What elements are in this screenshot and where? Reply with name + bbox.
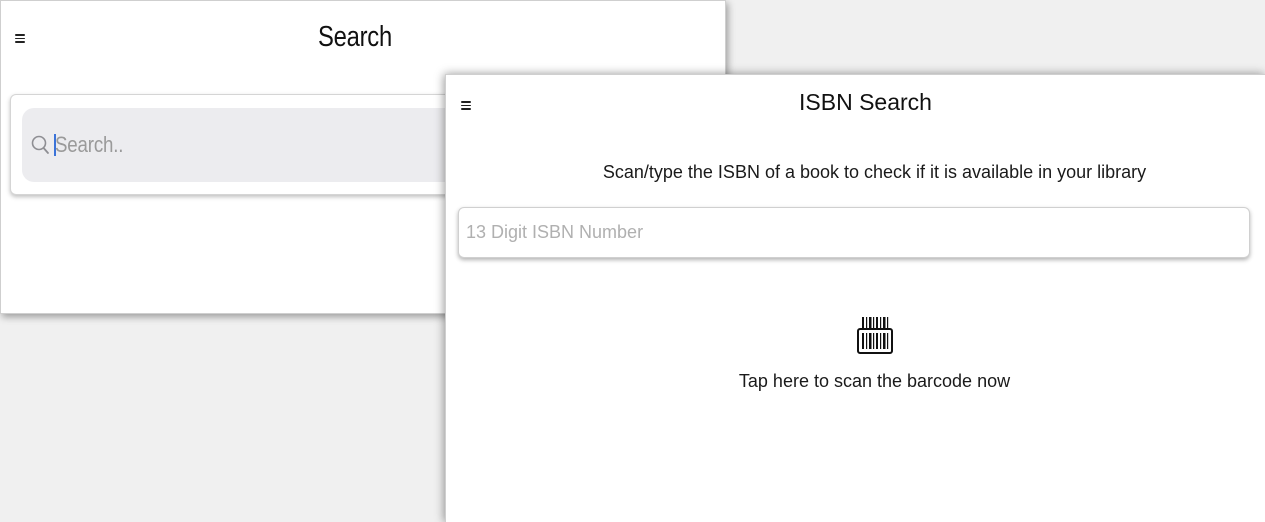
isbn-input[interactable] — [458, 207, 1250, 258]
hamburger-menu-icon[interactable] — [15, 34, 25, 43]
instructions-text: Scan/type the ISBN of a book to check if… — [602, 162, 1147, 182]
page-title: ISBN Search — [799, 89, 932, 115]
isbn-search-screen: ISBN Search Scan/type the ISBN of a book… — [445, 74, 1265, 522]
barcode-icon — [847, 315, 903, 359]
page-title: Search — [318, 21, 392, 53]
search-icon — [31, 134, 51, 156]
scan-barcode-label: Tap here to scan the barcode now — [738, 371, 1011, 391]
scan-barcode-button[interactable]: Tap here to scan the barcode now — [446, 315, 1265, 405]
search-placeholder: Search.. — [55, 132, 124, 157]
